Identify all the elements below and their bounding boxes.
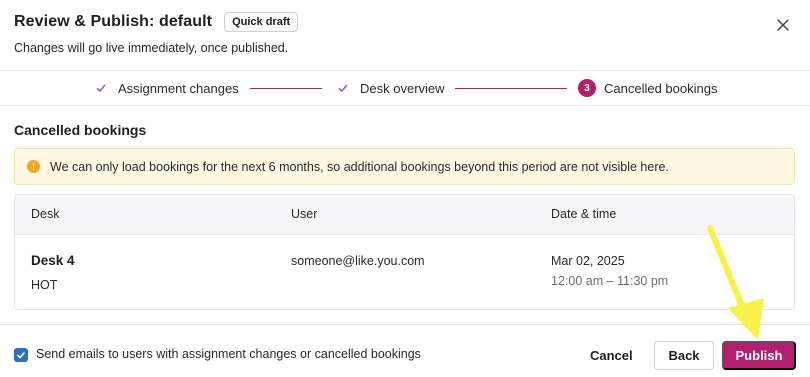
send-emails-checkbox[interactable] (14, 348, 28, 362)
publish-button[interactable]: Publish (722, 341, 796, 370)
desk-type: HOT (31, 278, 58, 292)
info-notice: ! We can only load bookings for the next… (14, 148, 795, 185)
step-desk-overview[interactable]: Desk overview (334, 79, 445, 97)
column-header-desk: Desk (31, 207, 60, 221)
column-header-user: User (291, 207, 318, 221)
dialog-title: Review & Publish: default (14, 13, 213, 30)
cancelled-bookings-table: Desk User Date & time Desk 4 HOT someone… (14, 194, 795, 310)
step-connector (250, 88, 322, 89)
booking-date: Mar 02, 2025 (551, 254, 625, 268)
booking-time: 12:00 am – 11:30 pm (551, 274, 669, 288)
user-email: someone@like.you.com (291, 254, 425, 268)
dialog-footer: Send emails to users with assignment cha… (0, 324, 810, 377)
close-icon (777, 19, 789, 31)
dialog-subtitle: Changes will go live immediately, once p… (14, 41, 289, 55)
step-cancelled-bookings[interactable]: 3 Cancelled bookings (578, 79, 717, 97)
review-publish-dialog: Review & Publish: default Quick draft Ch… (0, 0, 810, 377)
check-icon (92, 79, 110, 97)
warning-icon: ! (27, 160, 40, 173)
close-button[interactable] (772, 14, 794, 36)
dialog-header: Review & Publish: default Quick draft (14, 12, 299, 32)
step-label: Cancelled bookings (604, 80, 718, 96)
cancel-button[interactable]: Cancel (580, 341, 643, 369)
desk-name: Desk 4 (31, 253, 75, 268)
step-label: Desk overview (360, 80, 445, 96)
checkmark-icon (16, 351, 26, 359)
step-label: Assignment changes (118, 80, 239, 96)
send-emails-label[interactable]: Send emails to users with assignment cha… (36, 347, 421, 361)
back-button[interactable]: Back (654, 341, 714, 370)
section-title: Cancelled bookings (14, 122, 147, 138)
step-connector (455, 88, 567, 89)
quick-draft-badge: Quick draft (224, 12, 299, 32)
column-header-date-time: Date & time (551, 207, 617, 221)
progress-stepper: Assignment changes Desk overview 3 Cance… (0, 70, 810, 106)
step-number: 3 (578, 79, 596, 97)
notice-text: We can only load bookings for the next 6… (50, 159, 669, 174)
table-header: Desk User Date & time (15, 195, 794, 235)
step-assignment-changes[interactable]: Assignment changes (92, 79, 239, 97)
check-icon (334, 79, 352, 97)
